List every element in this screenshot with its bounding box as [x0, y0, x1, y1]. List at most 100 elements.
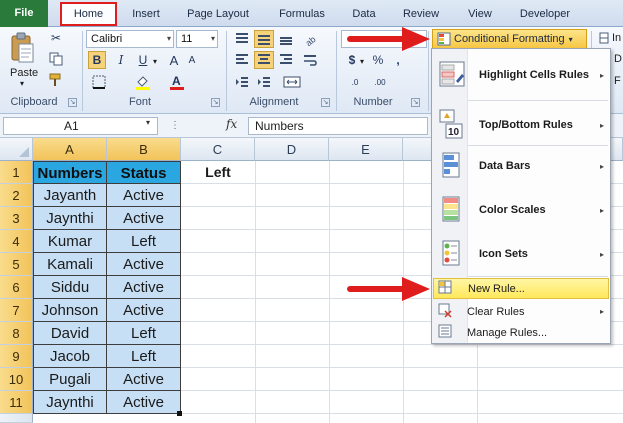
cell-c1[interactable]: Left	[181, 161, 255, 184]
font-size-combo[interactable]: 11 ▾	[176, 30, 218, 48]
alignment-launcher-icon[interactable]: ↘	[321, 98, 330, 107]
row-header[interactable]: 5	[0, 253, 33, 276]
paste-dropdown-icon[interactable]: ▾	[20, 79, 24, 88]
align-left-icon[interactable]	[232, 51, 252, 69]
table-cell[interactable]: Siddu	[33, 276, 107, 299]
menu-item-new-rule[interactable]: New Rule...	[433, 278, 609, 299]
decrease-indent-icon[interactable]	[232, 73, 252, 91]
increase-decimal-button[interactable]: .0	[344, 73, 366, 91]
table-cell[interactable]: Pugali	[33, 368, 107, 391]
wrap-text-icon[interactable]	[300, 51, 320, 69]
column-header-a[interactable]: A	[33, 138, 107, 161]
align-middle-icon[interactable]	[254, 30, 274, 48]
paste-icon[interactable]	[6, 29, 38, 69]
increase-indent-icon[interactable]	[254, 73, 274, 91]
percent-button[interactable]: %	[370, 51, 386, 69]
insert-function-icon[interactable]: fx	[226, 117, 237, 131]
row-header[interactable]: 8	[0, 322, 33, 345]
select-all-corner[interactable]	[0, 138, 33, 161]
table-cell[interactable]: Active	[107, 276, 181, 299]
align-center-icon[interactable]	[254, 51, 274, 69]
chevron-down-icon[interactable]: ▾	[211, 31, 215, 47]
italic-button[interactable]: I	[112, 51, 130, 69]
tab-view[interactable]: View	[462, 5, 498, 23]
row-header[interactable]: 1	[0, 161, 33, 184]
menu-item-top-bottom-rules[interactable]: 10 Top/Bottom Rules ▸	[433, 104, 610, 146]
row-header[interactable]: 7	[0, 299, 33, 322]
decrease-decimal-button[interactable]: .00	[368, 73, 392, 91]
table-cell[interactable]: Active	[107, 207, 181, 230]
menu-item-clear-rules[interactable]: Clear Rules ▸	[433, 301, 610, 322]
table-cell[interactable]: Left	[107, 230, 181, 253]
tab-review[interactable]: Review	[400, 5, 442, 23]
tab-developer[interactable]: Developer	[514, 5, 576, 23]
column-header-b[interactable]: B	[107, 138, 181, 161]
clipboard-launcher-icon[interactable]: ↘	[68, 98, 77, 107]
insert-cells-icon[interactable]	[598, 30, 610, 46]
fill-color-icon[interactable]	[132, 73, 154, 91]
borders-icon[interactable]	[88, 73, 110, 91]
table-cell[interactable]: Jaynthi	[33, 391, 107, 414]
menu-item-data-bars[interactable]: Data Bars ▸	[433, 147, 610, 185]
format-painter-icon[interactable]	[48, 72, 64, 88]
currency-button[interactable]: $	[344, 51, 360, 69]
table-cell[interactable]: Active	[107, 299, 181, 322]
tab-formulas[interactable]: Formulas	[272, 5, 332, 23]
row-header[interactable]: 4	[0, 230, 33, 253]
row-header[interactable]: 6	[0, 276, 33, 299]
column-header-e[interactable]: E	[329, 138, 403, 161]
insert-cells-label[interactable]: In	[612, 32, 621, 44]
bold-button[interactable]: B	[88, 51, 106, 69]
row-header[interactable]: 3	[0, 207, 33, 230]
menu-item-highlight-cells-rules[interactable]: Highlight Cells Rules ▸	[433, 55, 610, 95]
row-header[interactable]	[0, 414, 33, 423]
row-header[interactable]: 10	[0, 368, 33, 391]
font-name-combo[interactable]: Calibri ▾	[86, 30, 174, 48]
tab-page-layout[interactable]: Page Layout	[182, 5, 254, 23]
format-cells-label[interactable]: F	[614, 75, 621, 87]
table-cell[interactable]: Active	[107, 184, 181, 207]
tab-data[interactable]: Data	[348, 5, 380, 23]
chevron-down-icon[interactable]: ▾	[146, 118, 150, 127]
align-top-icon[interactable]	[232, 30, 252, 48]
table-cell[interactable]: Left	[107, 322, 181, 345]
merge-center-icon[interactable]	[280, 73, 304, 91]
number-launcher-icon[interactable]: ↘	[411, 98, 420, 107]
row-header[interactable]: 9	[0, 345, 33, 368]
fill-handle[interactable]	[177, 411, 182, 416]
menu-item-icon-sets[interactable]: Icon Sets ▸	[433, 235, 610, 273]
align-bottom-icon[interactable]	[276, 30, 296, 48]
cell-a1[interactable]: Numbers	[33, 161, 107, 184]
table-cell[interactable]: David	[33, 322, 107, 345]
tab-file[interactable]: File	[0, 0, 48, 27]
delete-cells-label[interactable]: D	[614, 53, 622, 65]
shrink-font-button[interactable]: A	[184, 51, 200, 69]
menu-item-color-scales[interactable]: Color Scales ▸	[433, 191, 610, 229]
comma-style-button[interactable]: ,	[390, 51, 406, 69]
orientation-icon[interactable]: ab	[300, 30, 320, 48]
table-cell[interactable]: Left	[107, 345, 181, 368]
chevron-down-icon[interactable]: ▾	[360, 57, 364, 66]
table-cell[interactable]: Kumar	[33, 230, 107, 253]
formula-input[interactable]: Numbers	[248, 117, 428, 135]
column-header-c[interactable]: C	[181, 138, 255, 161]
conditional-formatting-button[interactable]: Conditional Formatting ▾	[432, 29, 587, 49]
table-cell[interactable]: Active	[107, 368, 181, 391]
paste-button-label[interactable]: Paste	[10, 67, 38, 79]
table-cell[interactable]: Kamali	[33, 253, 107, 276]
resize-handle-icon[interactable]: ⋮	[170, 120, 180, 131]
font-launcher-icon[interactable]: ↘	[211, 98, 220, 107]
align-right-icon[interactable]	[276, 51, 296, 69]
column-header-d[interactable]: D	[255, 138, 329, 161]
table-cell[interactable]: Jaynthi	[33, 207, 107, 230]
font-color-icon[interactable]: A	[166, 73, 188, 91]
chevron-down-icon[interactable]: ▾	[153, 57, 157, 66]
table-cell[interactable]: Jacob	[33, 345, 107, 368]
menu-item-manage-rules[interactable]: Manage Rules...	[433, 322, 610, 343]
table-cell[interactable]: Active	[107, 391, 181, 414]
tab-insert[interactable]: Insert	[128, 5, 164, 23]
table-cell[interactable]: Jayanth	[33, 184, 107, 207]
chevron-down-icon[interactable]: ▾	[167, 31, 171, 47]
row-header[interactable]: 2	[0, 184, 33, 207]
cell-b1[interactable]: Status	[107, 161, 181, 184]
